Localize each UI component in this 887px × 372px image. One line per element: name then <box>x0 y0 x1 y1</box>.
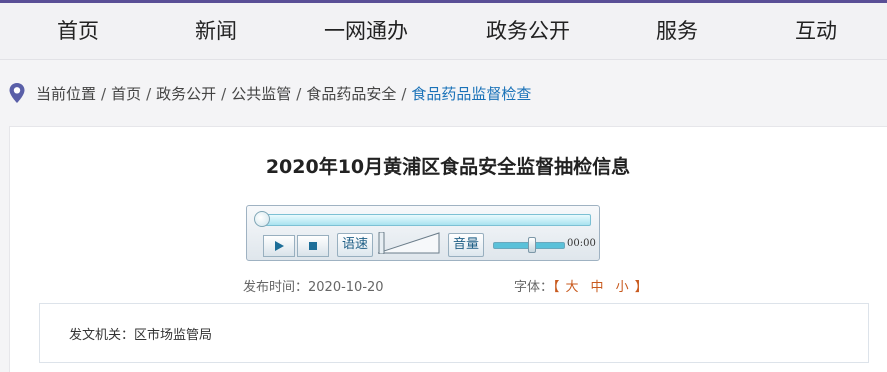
article-title: 2020年10月黄浦区食品安全监督抽检信息 <box>265 156 631 178</box>
font-size-medium[interactable]: 中 <box>591 280 604 295</box>
font-size-control: 字体：【大中小】 <box>514 276 648 295</box>
breadcrumb-separator: / <box>296 85 302 103</box>
breadcrumb-home[interactable]: 首页 <box>111 85 141 103</box>
breadcrumb-government-affairs[interactable]: 政务公开 <box>156 85 216 103</box>
breadcrumb: 当前位置 / 首页 / 政务公开 / 公共监管 / 食品药品安全 / 食品药品监督检查 <box>36 83 531 105</box>
breadcrumb-separator: / <box>101 85 107 103</box>
playback-progress-handle[interactable] <box>254 211 270 227</box>
stop-icon <box>309 242 317 250</box>
breadcrumb-food-drug-safety[interactable]: 食品药品安全 <box>306 85 396 103</box>
speed-slider[interactable] <box>378 232 440 254</box>
volume-button[interactable]: 音量 <box>448 233 485 257</box>
breadcrumb-separator: / <box>401 85 407 103</box>
breadcrumb-separator: / <box>146 85 152 103</box>
location-pin-icon <box>9 83 25 103</box>
breadcrumb-label: 当前位置 <box>36 85 97 103</box>
publish-info: 发布时间：2020-10-20 <box>243 276 384 295</box>
playback-progress-track[interactable] <box>254 211 591 227</box>
nav-item-home[interactable]: 首页 <box>57 3 99 59</box>
nav-item-news[interactable]: 新闻 <box>195 3 237 59</box>
stop-button[interactable] <box>297 235 329 257</box>
issuer-label: 发文机关： <box>69 328 135 343</box>
breadcrumb-separator: / <box>221 85 227 103</box>
play-button[interactable] <box>263 235 295 257</box>
font-size-label: 字体： <box>514 280 554 295</box>
font-size-large[interactable]: 大 <box>566 280 579 295</box>
font-size-bracket-open: 【 <box>553 280 560 295</box>
publish-date: 2020-10-20 <box>308 280 384 295</box>
nav-item-government-affairs[interactable]: 政务公开 <box>486 3 570 59</box>
breadcrumb-current[interactable]: 食品药品监督检查 <box>411 85 531 103</box>
play-icon <box>275 241 284 251</box>
font-size-small[interactable]: 小 <box>616 280 629 295</box>
volume-slider-handle[interactable] <box>528 237 536 253</box>
issuing-authority: 发文机关：区市场监管局 <box>69 324 212 343</box>
nav-item-interaction[interactable]: 互动 <box>795 3 837 59</box>
playback-time: 00:00 <box>567 238 596 249</box>
font-size-bracket-close: 】 <box>634 280 648 295</box>
nav-item-services[interactable]: 服务 <box>656 3 698 59</box>
issuer-value: 区市场监管局 <box>134 328 213 343</box>
main-nav: 首页 新闻 一网通办 政务公开 服务 互动 <box>0 3 887 60</box>
breadcrumb-public-supervision[interactable]: 公共监管 <box>231 85 291 103</box>
speed-button[interactable]: 语速 <box>337 233 374 257</box>
nav-item-one-stop-service[interactable]: 一网通办 <box>324 3 408 59</box>
publish-date-label: 发布时间： <box>243 280 309 295</box>
